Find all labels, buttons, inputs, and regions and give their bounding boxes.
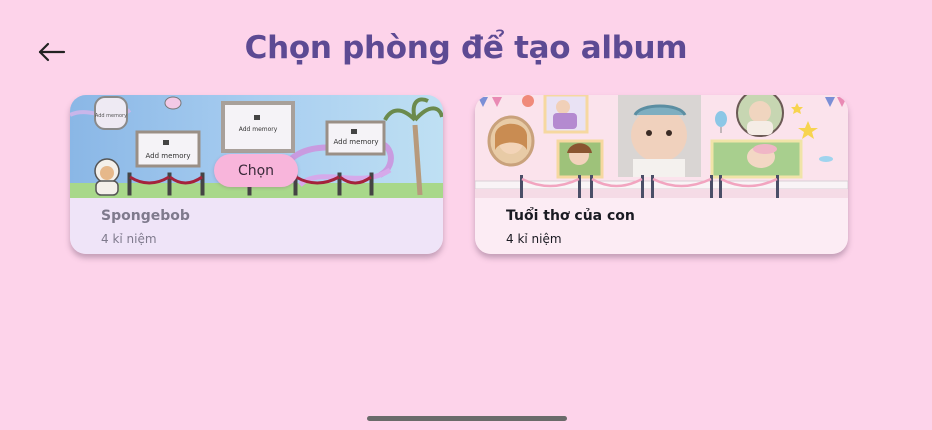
room-thumbnail-tuoi-tho (475, 95, 848, 198)
room-name: Tuổi thơ của con (506, 208, 635, 224)
room-name: Spongebob (101, 208, 190, 224)
memory-count: 4 kỉ niệm (506, 232, 562, 246)
page-title: Chọn phòng để tạo album (244, 30, 688, 66)
memory-count: 4 kỉ niệm (101, 232, 157, 246)
home-indicator[interactable] (367, 416, 567, 421)
choose-button[interactable]: Chọn (214, 154, 298, 187)
room-info: Spongebob 4 kỉ niệm (70, 198, 443, 254)
room-info: Tuổi thơ của con 4 kỉ niệm (475, 198, 848, 254)
room-card-tuoi-tho[interactable]: Tuổi thơ của con 4 kỉ niệm (475, 95, 848, 254)
room-card-spongebob[interactable]: Add memory Add memory Add memory Add mem… (70, 95, 443, 254)
